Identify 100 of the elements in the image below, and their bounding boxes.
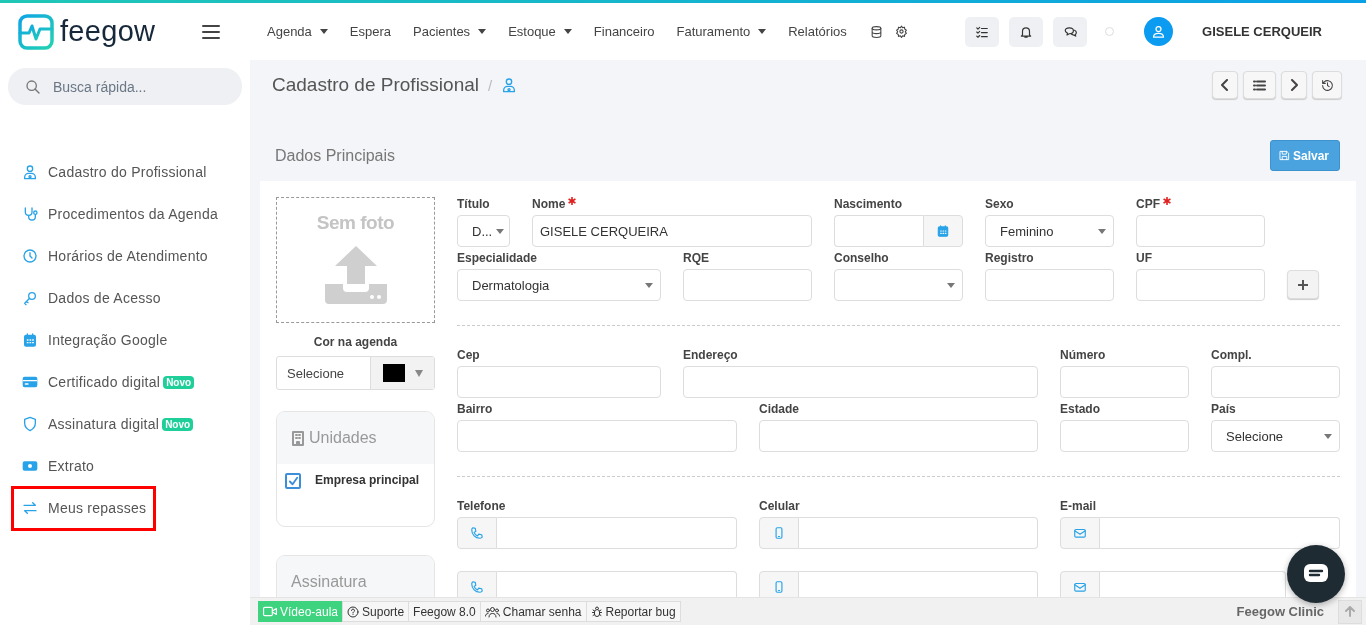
sidebar-item[interactable]: Dados de Acesso <box>14 290 161 306</box>
select-field[interactable]: D... <box>457 215 510 247</box>
sidebar-item[interactable]: Certificado digital <box>14 374 161 390</box>
sidebar-item[interactable]: Assinatura digital <box>14 416 160 432</box>
user-avatar[interactable] <box>1144 17 1174 46</box>
text-field[interactable] <box>759 420 1038 452</box>
plus-icon <box>1298 279 1308 290</box>
phone-icon <box>470 526 484 540</box>
calendar-icon <box>936 224 950 238</box>
text-field[interactable] <box>1060 420 1189 452</box>
nav-menu-item[interactable]: Pacientes <box>402 16 498 47</box>
user-silhouette-icon <box>1151 24 1167 39</box>
color-select[interactable]: Selecione <box>276 356 435 390</box>
bug-icon <box>590 605 603 618</box>
user-icon <box>501 77 518 93</box>
select-field[interactable]: Feminino <box>985 215 1114 247</box>
chevron-left-icon <box>1221 79 1229 91</box>
select-field[interactable] <box>834 269 963 301</box>
field-label: Nome <box>532 197 566 211</box>
nav-menu-item[interactable]: Agenda <box>256 16 339 47</box>
new-badge: Novo <box>163 375 195 389</box>
text-field[interactable] <box>1136 269 1265 301</box>
text-field[interactable] <box>985 269 1114 301</box>
settings-icon[interactable] <box>894 25 908 38</box>
phone-field[interactable] <box>799 517 1038 549</box>
phone-field[interactable] <box>799 571 1038 597</box>
notifications-button[interactable] <box>1009 16 1044 47</box>
chat-bubbles-icon <box>1062 24 1078 39</box>
checkbox[interactable] <box>285 473 301 489</box>
envelope-icon <box>1073 526 1087 540</box>
users-icon <box>484 605 500 618</box>
sidebar-item[interactable]: Horários de Atendimento <box>14 248 208 264</box>
history-icon <box>1320 78 1334 92</box>
upload-icon <box>324 246 387 304</box>
text-field[interactable] <box>1136 215 1265 247</box>
field-label: Telefone <box>457 499 506 513</box>
text-field[interactable] <box>683 269 812 301</box>
user-icon <box>22 164 38 180</box>
nav-menu-item[interactable]: Faturamento <box>665 16 778 47</box>
page-title: Cadastro de Profissional <box>272 74 479 96</box>
brand-name: feegow <box>60 15 156 48</box>
field-label: Estado <box>1060 402 1100 416</box>
field-label: UF <box>1136 251 1152 265</box>
footer-button[interactable]: Chamar senha <box>479 601 587 622</box>
footer-button[interactable]: Reportar bug <box>585 601 681 622</box>
field-label: E-mail <box>1060 499 1096 513</box>
clock-icon <box>22 248 38 264</box>
field-label: Bairro <box>457 402 493 416</box>
banknote-icon <box>22 458 38 474</box>
footer-button[interactable]: Suporte <box>342 601 410 622</box>
sidebar-item[interactable]: Integração Google <box>14 332 168 348</box>
sidebar-item[interactable]: Procedimentos da Agenda <box>14 206 218 222</box>
email-field[interactable] <box>1100 517 1340 549</box>
envelope-icon <box>1073 580 1087 594</box>
field-label: Título <box>457 197 490 211</box>
caret-icon <box>414 369 423 377</box>
messages-button[interactable] <box>1053 16 1088 47</box>
text-field[interactable] <box>1211 366 1340 398</box>
scroll-top-button[interactable] <box>1338 599 1362 624</box>
sidebar-item[interactable]: Cadastro do Profissional <box>14 164 207 180</box>
date-field[interactable] <box>834 215 923 247</box>
next-button[interactable] <box>1281 71 1307 99</box>
text-field[interactable] <box>1060 366 1189 398</box>
mobile-phone-icon <box>772 526 786 540</box>
footer-button[interactable]: Feegow 8.0 <box>408 601 481 622</box>
field-label: Especialidade <box>457 251 538 265</box>
history-button[interactable] <box>1312 71 1342 99</box>
building-icon <box>291 430 305 446</box>
chat-bubble-icon <box>1303 563 1329 585</box>
menu-icon <box>202 23 220 40</box>
field-label: Nascimento <box>834 197 903 211</box>
sidebar-item[interactable]: Meus repasses <box>14 500 147 516</box>
field-label: Celular <box>759 499 800 513</box>
phone-icon <box>470 580 484 594</box>
list-button[interactable] <box>1243 71 1276 99</box>
menu-button[interactable] <box>202 23 220 40</box>
text-field[interactable] <box>683 366 1038 398</box>
nav-menu-item[interactable]: Relatórios <box>777 16 858 47</box>
sidebar-item[interactable]: Extrato <box>14 458 95 474</box>
text-field[interactable] <box>457 420 737 452</box>
phone-field[interactable] <box>497 571 737 597</box>
add-button[interactable] <box>1287 270 1319 299</box>
text-field[interactable]: GISELE CERQUEIRA <box>532 215 812 247</box>
text-field[interactable] <box>457 366 661 398</box>
task-list-button[interactable] <box>965 16 1000 47</box>
panel-title: Assinatura <box>291 573 367 591</box>
nav-menu-item[interactable]: Financeiro <box>582 16 666 47</box>
user-name[interactable]: GISELE CERQUEIR <box>1202 24 1322 39</box>
phone-field[interactable] <box>497 517 737 549</box>
shield-icon <box>22 416 38 432</box>
previous-button[interactable] <box>1212 71 1238 99</box>
date-picker-button[interactable] <box>923 215 963 247</box>
check-icon <box>287 475 299 487</box>
nav-menu-item[interactable]: Estoque <box>497 16 583 47</box>
select-field[interactable]: Selecione <box>1211 420 1340 452</box>
list-icon <box>1253 79 1266 91</box>
select-field[interactable]: Dermatologia <box>457 269 661 301</box>
email-field[interactable] <box>1100 571 1286 597</box>
search-field[interactable]: Busca rápida... <box>8 68 242 105</box>
nav-menu-item[interactable]: Espera <box>338 16 403 47</box>
